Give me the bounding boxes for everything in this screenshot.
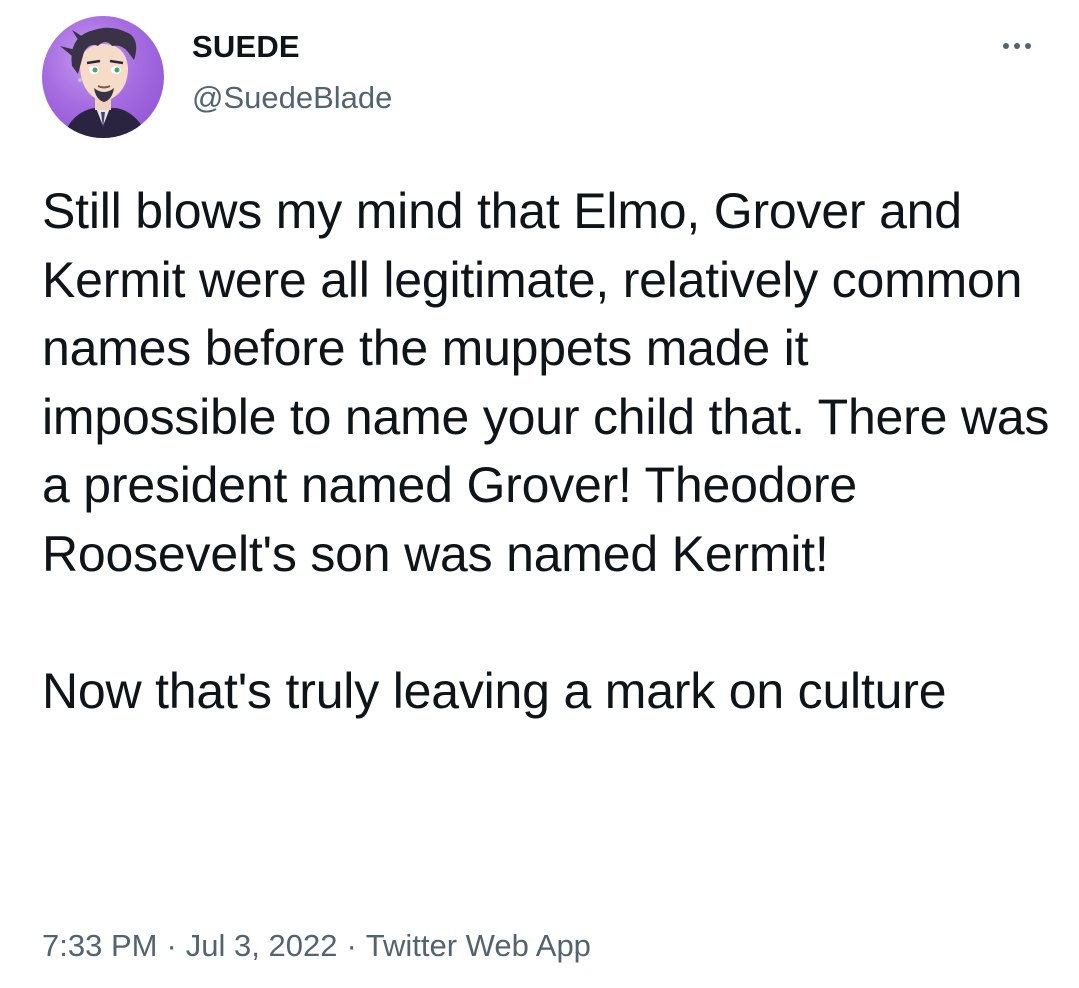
tweet-timestamp-date[interactable]: Jul 3, 2022 — [186, 928, 338, 963]
tweet-timestamp-time[interactable]: 7:33 PM — [42, 928, 157, 963]
display-name[interactable]: SUEDE — [192, 28, 300, 66]
avatar[interactable] — [42, 16, 164, 138]
more-horizontal-icon — [1003, 43, 1009, 49]
user-handle[interactable]: @SuedeBlade — [192, 79, 392, 117]
tweet-metadata: 7:33 PM · Jul 3, 2022 · Twitter Web App — [42, 926, 591, 966]
meta-separator: · — [346, 928, 357, 963]
avatar-illustration-icon — [60, 27, 148, 138]
tweet-text: Still blows my mind that Elmo, Grover an… — [42, 183, 1050, 719]
meta-separator: · — [166, 928, 177, 963]
more-horizontal-icon-dot — [1025, 43, 1031, 49]
tweet-card: SUEDE @SuedeBlade Still blows my mind th… — [0, 0, 1079, 988]
more-horizontal-icon-dot — [1014, 43, 1020, 49]
more-options-button[interactable] — [996, 32, 1038, 60]
tweet-source-link[interactable]: Twitter Web App — [366, 928, 591, 963]
